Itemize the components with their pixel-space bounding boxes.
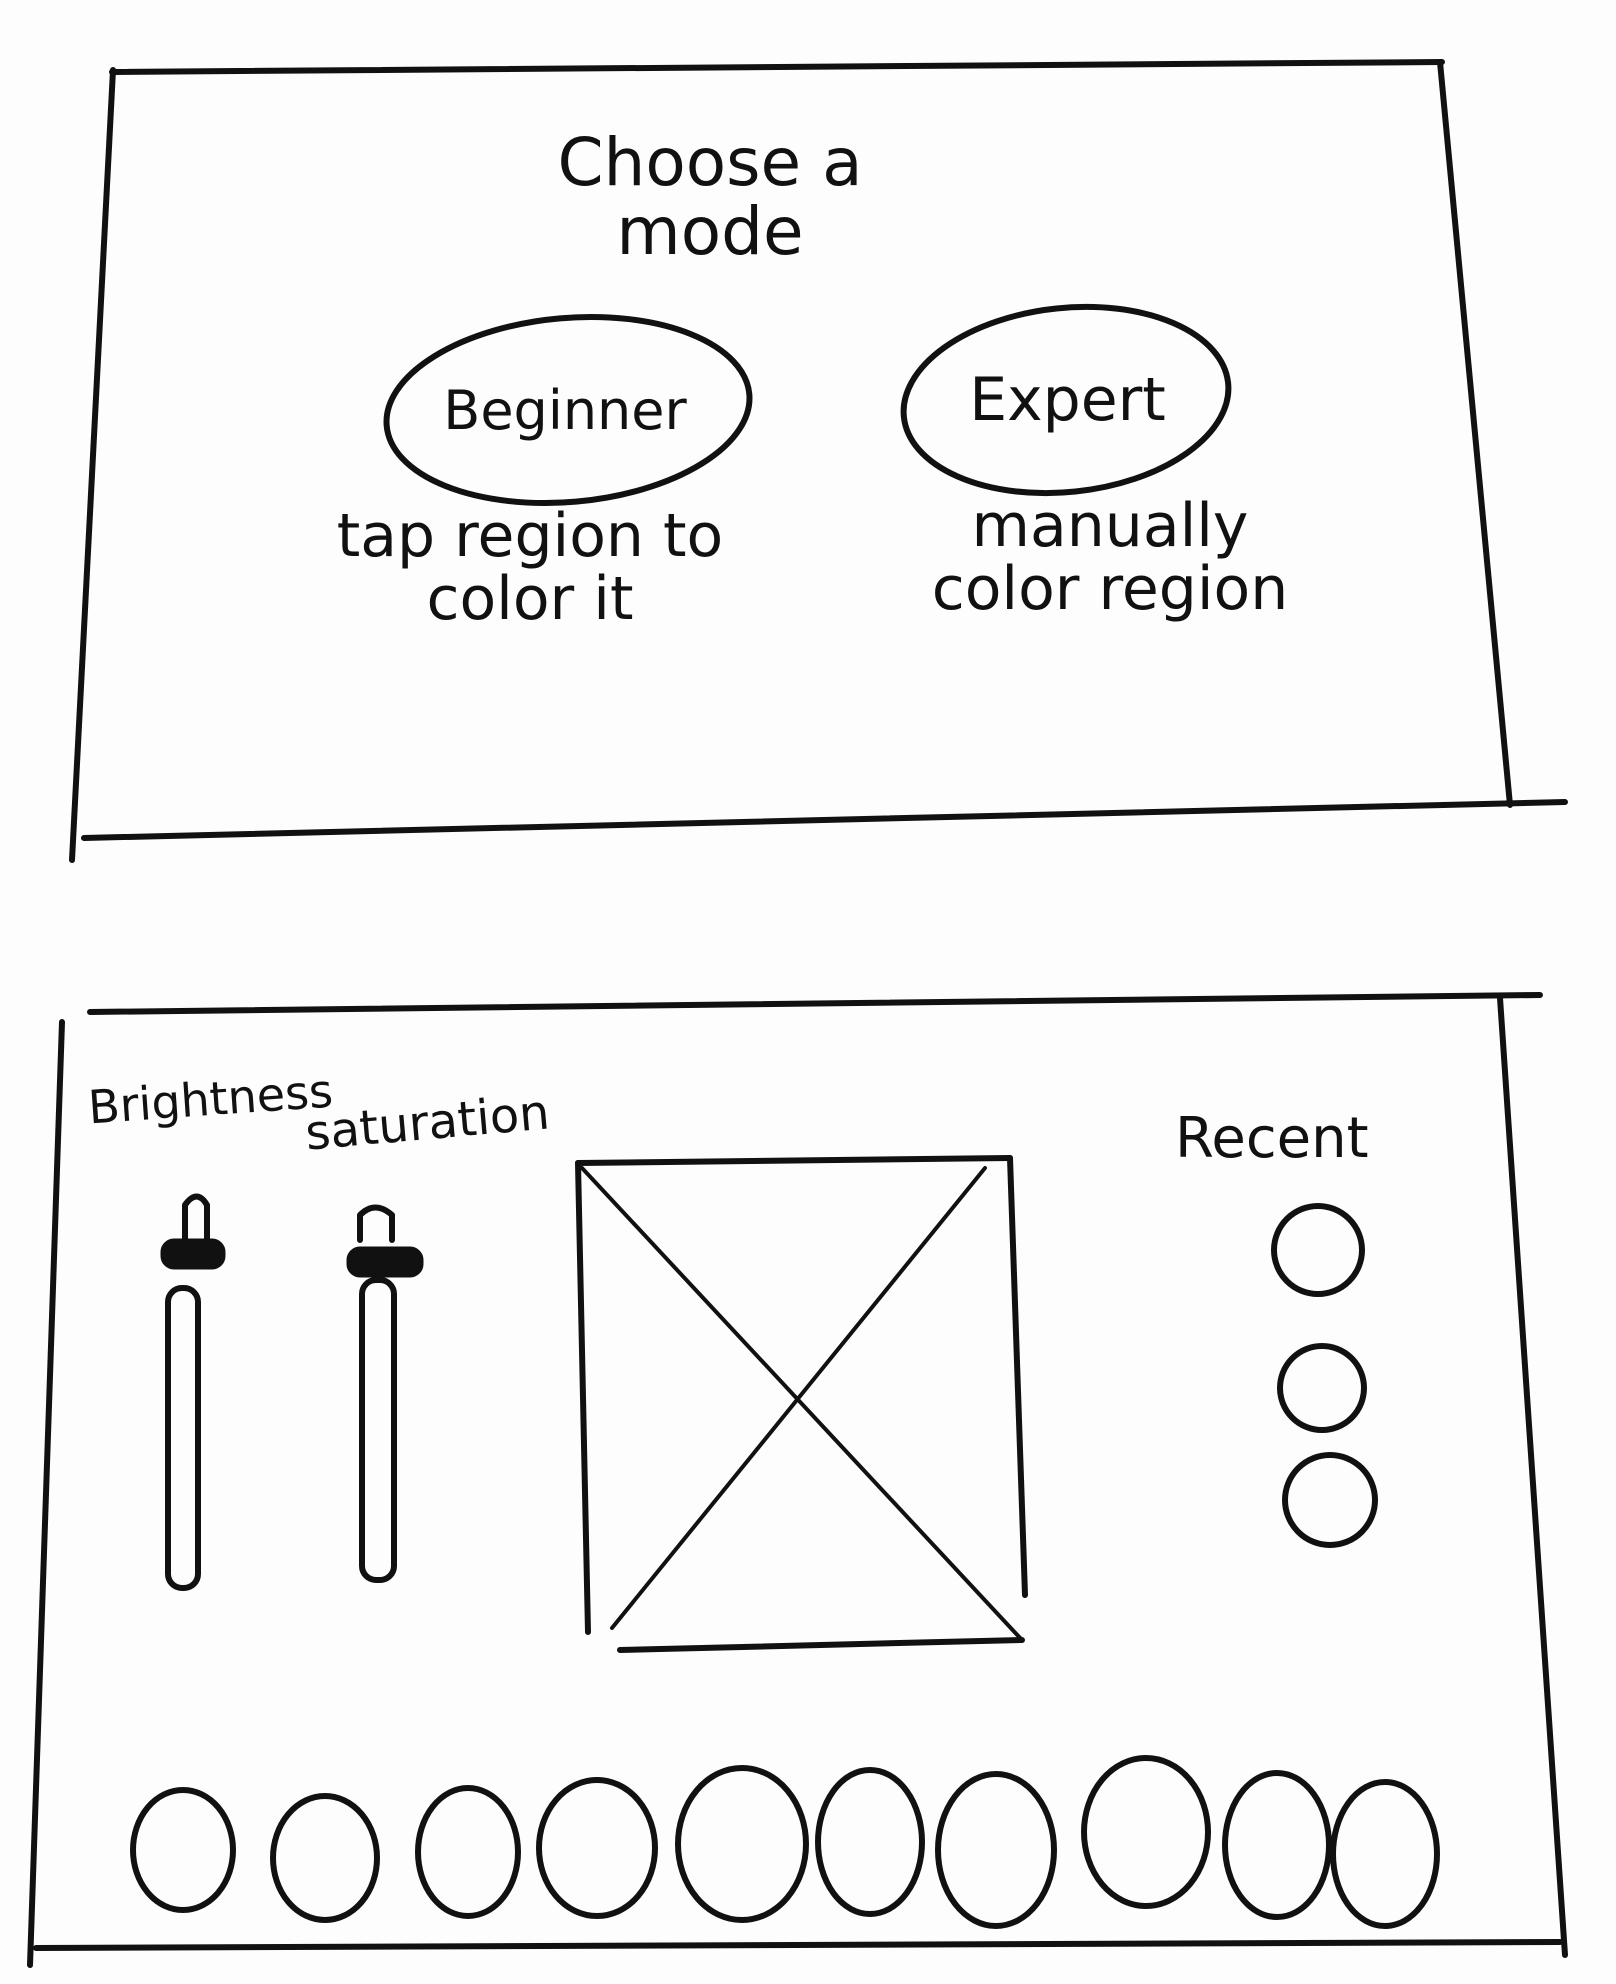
recent-swatch-button-2[interactable] [1280,1346,1364,1430]
palette-swatch-button-9[interactable] [1225,1773,1329,1917]
expert-mode-button[interactable]: Expert [905,305,1230,495]
recent-swatch-button-1[interactable] [1274,1206,1362,1294]
palette-swatch-button-5[interactable] [678,1768,806,1920]
palette-swatch-button-1[interactable] [133,1790,233,1910]
mode-title: Choose a mode [557,124,863,271]
brightness-slider[interactable] [155,1185,233,1595]
palette-swatch-button-4[interactable] [539,1780,655,1916]
color-picker-area[interactable] [578,1158,1025,1650]
saturation-slider[interactable] [340,1195,430,1590]
palette-swatch-button-3[interactable] [418,1788,518,1916]
sketch-lines [27,59,1568,1968]
expert-mode-label: Expert [969,365,1166,435]
palette-swatch-button-6[interactable] [818,1770,922,1914]
beginner-mode-button[interactable]: Beginner [380,315,750,505]
palette-swatch-button-10[interactable] [1333,1782,1437,1926]
recent-swatch-button-3[interactable] [1285,1455,1375,1545]
palette-swatch-button-8[interactable] [1084,1758,1208,1906]
recent-label: Recent [1175,1106,1369,1171]
beginner-mode-label: Beginner [443,378,687,442]
palette-swatch-button-2[interactable] [273,1796,377,1920]
palette-swatch-button-7[interactable] [938,1774,1054,1926]
sketch-page: Choose a mode Beginner Expert tap region… [0,0,1616,1984]
beginner-mode-description: tap region to color it [336,501,724,634]
expert-mode-description: manually color region [931,491,1289,624]
